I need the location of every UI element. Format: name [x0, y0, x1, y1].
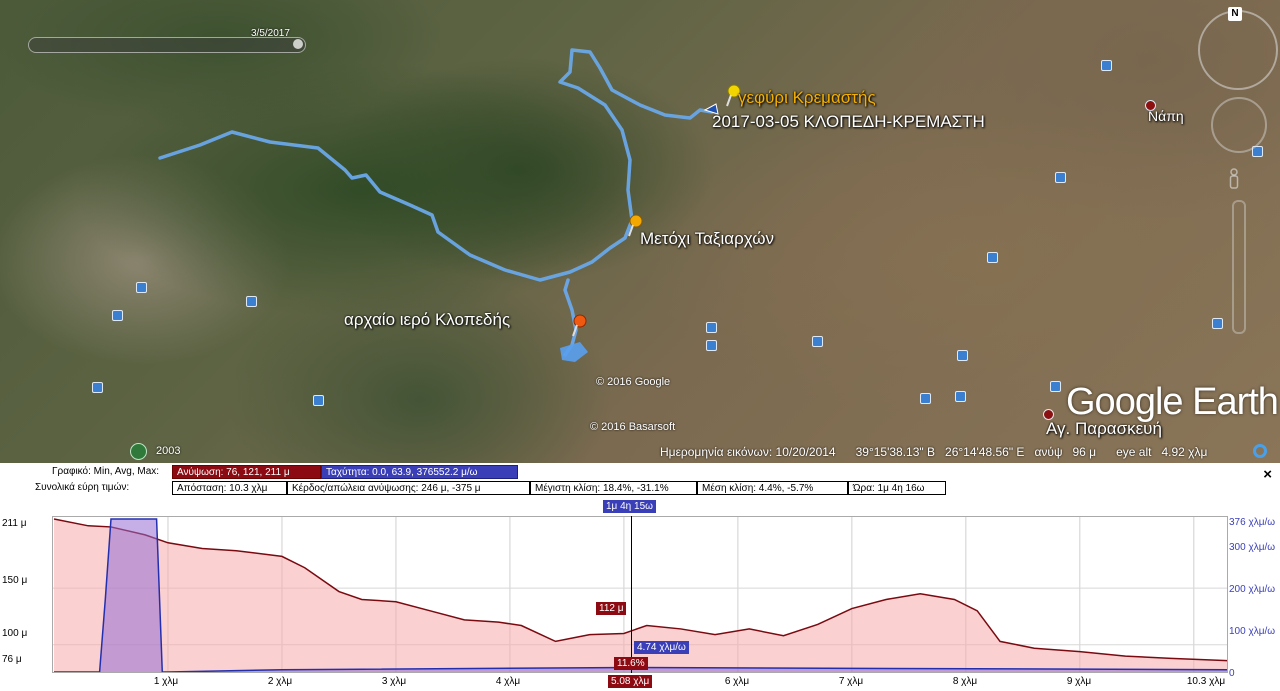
poi-marker-icon[interactable] [112, 310, 123, 321]
google-earth-logo: Google Earth [1066, 381, 1279, 423]
profile-stats-row-2: Συνολικά εύρη τιμών: Απόσταση: 10.3 χλμ … [0, 480, 1280, 496]
cursor-speed-tag: 4.74 χλμ/ω [634, 641, 689, 654]
speed-stats-toggle[interactable]: Ταχύτητα: 0.0, 63.9, 376552.2 μ/ω [321, 465, 518, 479]
elevation-label: ανύψ [1034, 445, 1063, 459]
copyright-basarsoft: © 2016 Basarsoft [590, 421, 676, 433]
poi-marker-icon[interactable] [1050, 381, 1061, 392]
map-viewport[interactable]: 3/5/2017 γεφύρι Κρεμαστής 2017-03-05 ΚΛΟ… [0, 0, 1280, 463]
y-axis-left-label: 76 μ [2, 654, 22, 665]
longitude-readout: 26°14'48.56" Ε [945, 445, 1025, 459]
x-axis-label: 7 χλμ [838, 676, 864, 687]
elevation-gain-stat: Κέρδος/απώλεια ανύψωσης: 246 μ, -375 μ [287, 481, 530, 495]
graph-label: Γραφικό: Min, Avg, Max: [52, 466, 160, 477]
placemark-bridge-label[interactable]: γεφύρι Κρεμαστής [738, 88, 876, 108]
profile-cursor-line[interactable] [631, 516, 632, 673]
eye-alt-readout: 4.92 χλμ [1161, 445, 1208, 459]
elevation-stats-toggle[interactable]: Ανύψωση: 76, 121, 211 μ [172, 465, 321, 479]
max-slope-stat: Μέγιστη κλίση: 18.4%, -31.1% [530, 481, 697, 495]
zoom-slider[interactable] [1232, 200, 1246, 334]
x-axis-label: 9 χλμ [1066, 676, 1092, 687]
placemark-metochi-label[interactable]: Μετόχι Ταξιαρχών [640, 229, 774, 249]
y-axis-left-label: 211 μ [2, 518, 27, 529]
x-axis-label: 2 χλμ [267, 676, 293, 687]
totals-label: Συνολικά εύρη τιμών: [35, 482, 130, 493]
y-axis-right-label: 100 χλμ/ω [1229, 626, 1276, 637]
poi-marker-icon[interactable] [1055, 172, 1066, 183]
elevation-readout: 96 μ [1072, 445, 1097, 459]
y-axis-left-label: 150 μ [2, 575, 28, 586]
y-axis-right-label: 376 χλμ/ω [1229, 517, 1276, 528]
cursor-elevation-tag: 112 μ [596, 602, 627, 615]
navigation-compass-icon[interactable] [1198, 10, 1278, 90]
poi-marker-icon[interactable] [920, 393, 931, 404]
poi-marker-icon[interactable] [955, 391, 966, 402]
elevation-profile-panel: Γραφικό: Min, Avg, Max: Ανύψωση: 76, 121… [0, 463, 1280, 691]
cursor-time-tag: 1μ 4η 15ω [603, 500, 656, 513]
poi-marker-icon[interactable] [1101, 60, 1112, 71]
y-axis-right-label: 0 [1229, 668, 1235, 679]
north-indicator[interactable]: N [1228, 7, 1242, 21]
cursor-slope-tag: 11.6% [614, 657, 648, 670]
map-status-bar: 2003 Ημερομηνία εικόνων: 10/20/2014 39°15… [0, 441, 1280, 463]
profile-stats-row-1: Γραφικό: Min, Avg, Max: Ανύψωση: 76, 121… [0, 464, 1280, 483]
y-axis-right-label: 200 χλμ/ω [1229, 584, 1276, 595]
poi-marker-icon[interactable] [987, 252, 998, 263]
cursor-distance-tag: 5.08 χλμ [608, 675, 653, 688]
distance-stat: Απόσταση: 10.3 χλμ [172, 481, 287, 495]
poi-marker-icon[interactable] [706, 340, 717, 351]
eye-alt-label: eye alt [1116, 445, 1152, 459]
track-name-label[interactable]: 2017-03-05 ΚΛΟΠΕΔΗ-ΚΡΕΜΑΣΤΗ [712, 112, 985, 132]
copyright-google: © 2016 Google [596, 376, 671, 388]
x-axis-label: 8 χλμ [952, 676, 978, 687]
avg-slope-stat: Μέση κλίση: 4.4%, -5.7% [697, 481, 848, 495]
historical-imagery-icon[interactable] [130, 443, 147, 460]
look-joystick-icon[interactable] [1211, 97, 1267, 153]
poi-marker-icon[interactable] [136, 282, 147, 293]
imagery-date: Ημερομηνία εικόνων: 10/20/2014 [660, 445, 836, 459]
x-axis-label: 1 χλμ [153, 676, 179, 687]
time-slider-thumb[interactable] [293, 39, 303, 49]
y-axis-right-label: 300 χλμ/ω [1229, 542, 1276, 553]
x-axis-label: 3 χλμ [381, 676, 407, 687]
time-slider[interactable] [28, 37, 306, 53]
poi-marker-icon[interactable] [1212, 318, 1223, 329]
time-stat: Ώρα: 1μ 4η 16ω [848, 481, 946, 495]
y-axis-left-label: 100 μ [2, 628, 28, 639]
streaming-status-icon [1253, 444, 1267, 458]
poi-marker-icon[interactable] [957, 350, 968, 361]
placemark-sanctuary-label[interactable]: αρχαίο ιερό Κλοπεδής [344, 310, 510, 330]
poi-marker-icon[interactable] [246, 296, 257, 307]
latitude-readout: 39°15'38.13" Β [855, 445, 936, 459]
imagery-year: 2003 [156, 445, 181, 457]
poi-marker-icon[interactable] [92, 382, 103, 393]
pushpin-red-icon[interactable] [570, 314, 588, 338]
poi-marker-icon[interactable] [812, 336, 823, 347]
x-axis-label: 6 χλμ [724, 676, 750, 687]
x-axis-label: 4 χλμ [495, 676, 521, 687]
poi-marker-icon[interactable] [706, 322, 717, 333]
poi-marker-icon[interactable] [313, 395, 324, 406]
street-view-person-icon[interactable] [1227, 168, 1241, 190]
x-axis-label: 10.3 χλμ [1186, 676, 1226, 687]
village-napi-label[interactable]: Νάπη [1148, 108, 1184, 124]
